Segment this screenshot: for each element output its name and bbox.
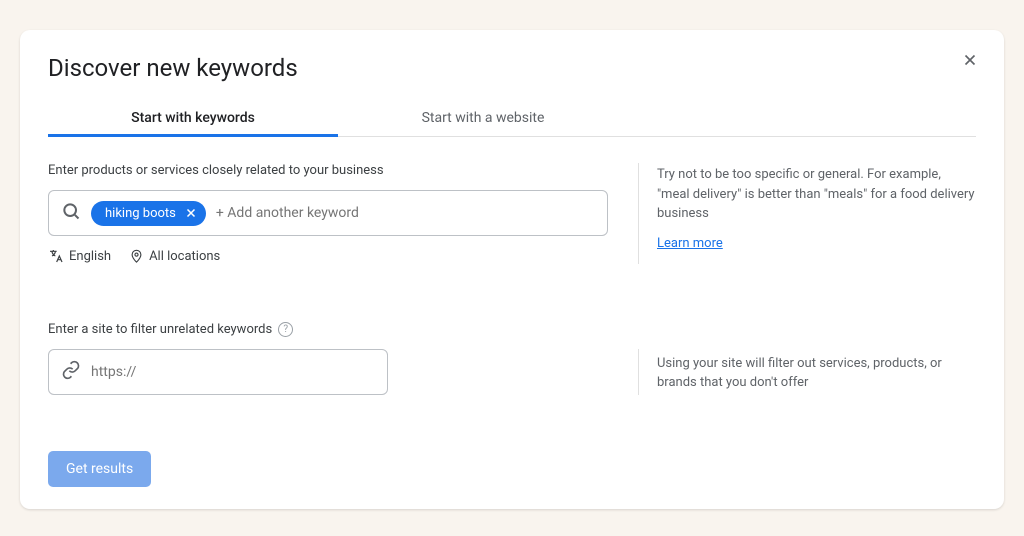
tab-keywords[interactable]: Start with keywords: [48, 100, 338, 136]
keyword-chip[interactable]: hiking boots: [91, 201, 206, 226]
chip-remove-button[interactable]: [184, 206, 198, 220]
close-icon: [961, 51, 979, 69]
link-icon: [61, 360, 81, 384]
language-selector[interactable]: English: [48, 248, 111, 264]
keywords-input-box[interactable]: hiking boots: [48, 190, 608, 236]
language-value: English: [69, 249, 111, 264]
site-label: Enter a site to filter unrelated keyword…: [48, 322, 976, 337]
learn-more-link[interactable]: Learn more: [657, 236, 723, 251]
site-left-col: [48, 349, 608, 395]
keywords-label: Enter products or services closely relat…: [48, 163, 608, 178]
get-results-button[interactable]: Get results: [48, 451, 151, 487]
keywords-right-col: Try not to be too specific or general. F…: [638, 163, 976, 264]
page-title: Discover new keywords: [48, 54, 976, 82]
help-icon[interactable]: ?: [278, 322, 293, 337]
keywords-left-col: Enter products or services closely relat…: [48, 163, 608, 264]
location-icon: [129, 249, 144, 264]
close-button[interactable]: [958, 48, 982, 72]
keyword-planner-card: Discover new keywords Start with keyword…: [20, 30, 1004, 509]
translate-icon: [48, 248, 64, 264]
tabs: Start with keywords Start with a website: [48, 100, 976, 137]
meta-row: English All locations: [48, 248, 608, 264]
site-section: Enter a site to filter unrelated keyword…: [48, 322, 976, 395]
keywords-hint: Try not to be too specific or general. F…: [657, 165, 976, 224]
add-keyword-input[interactable]: [216, 205, 595, 221]
location-selector[interactable]: All locations: [129, 248, 220, 264]
location-value: All locations: [149, 249, 220, 264]
site-label-text: Enter a site to filter unrelated keyword…: [48, 322, 272, 337]
chip-label: hiking boots: [105, 206, 176, 221]
site-url-input[interactable]: [91, 364, 375, 380]
search-icon: [61, 201, 81, 225]
site-right-col: Using your site will filter out services…: [638, 349, 976, 395]
site-input-box[interactable]: [48, 349, 388, 395]
chip-close-icon: [184, 206, 198, 220]
tab-website[interactable]: Start with a website: [338, 100, 628, 136]
site-hint: Using your site will filter out services…: [657, 354, 976, 393]
